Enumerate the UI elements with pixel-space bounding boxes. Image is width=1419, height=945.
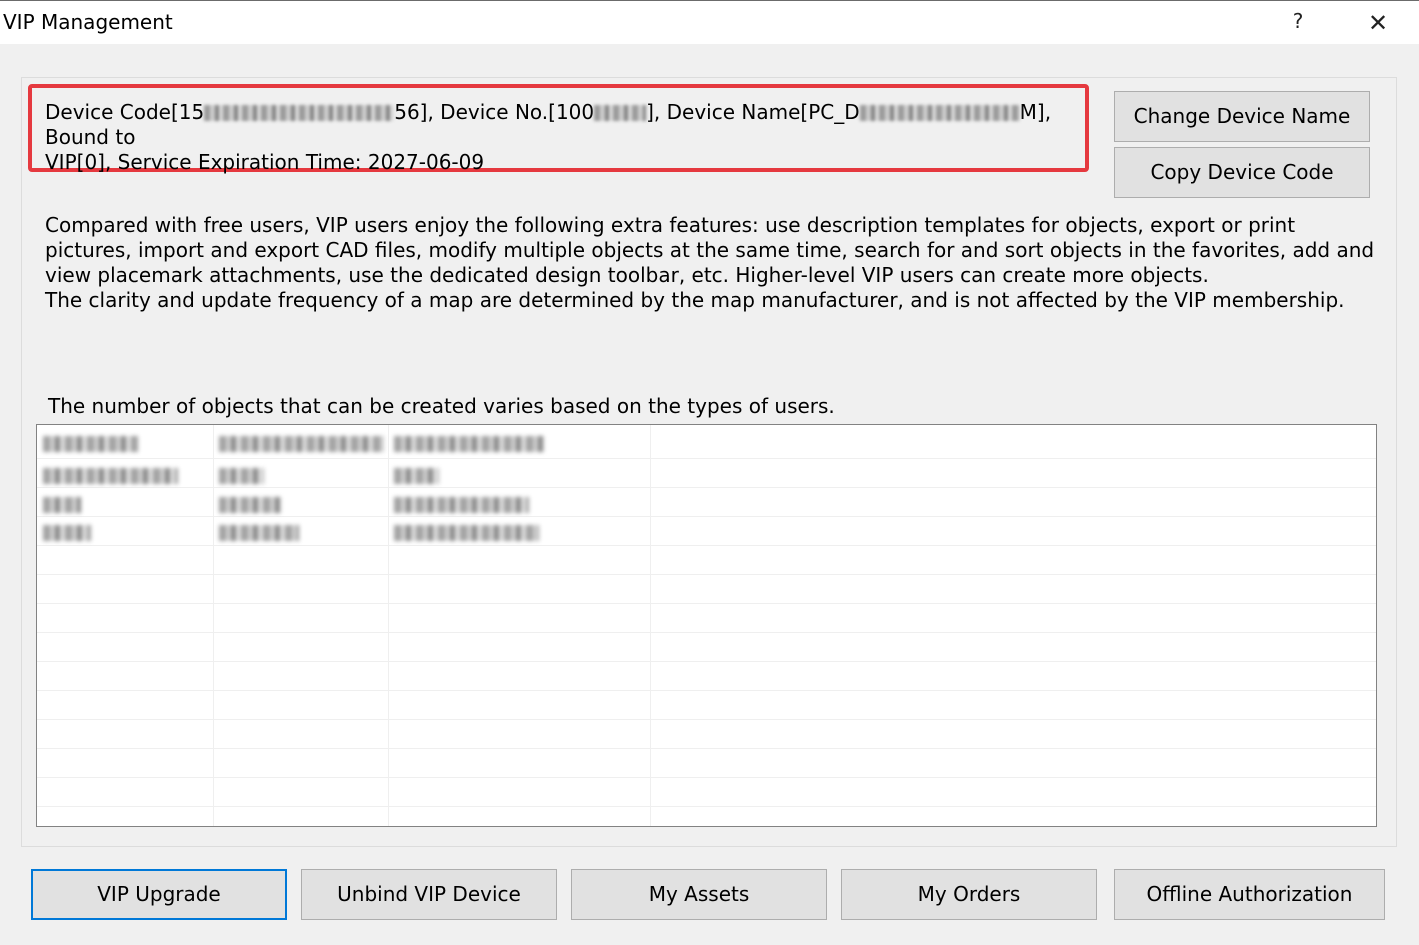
help-icon[interactable]: ? — [1286, 9, 1310, 37]
redacted-table-cell — [219, 468, 264, 484]
redacted-header-cell — [394, 436, 544, 452]
window-title: VIP Management — [3, 10, 173, 34]
service-expiration-text: VIP[0], Service Expiration Time: 2027-06… — [45, 150, 485, 174]
redacted-device-no — [594, 105, 647, 121]
map-clarity-paragraph: The clarity and update frequency of a ma… — [45, 288, 1345, 312]
vip-description: Compared with free users, VIP users enjo… — [45, 213, 1375, 313]
vip-features-paragraph: Compared with free users, VIP users enjo… — [45, 213, 1375, 287]
vip-management-dialog: VIP Management ? ✕ Device Code[15 56], De… — [0, 0, 1419, 945]
row-divider — [37, 516, 1376, 517]
row-divider — [37, 458, 1376, 459]
row-divider — [37, 719, 1376, 720]
row-divider — [37, 632, 1376, 633]
offline-authorization-button[interactable]: Offline Authorization — [1114, 869, 1385, 920]
device-code-label: Device Code[15 — [45, 100, 205, 124]
user-types-table[interactable] — [36, 424, 1377, 827]
my-assets-button[interactable]: My Assets — [571, 869, 827, 920]
row-divider — [37, 806, 1376, 807]
redacted-table-cell — [394, 468, 439, 484]
device-name-label: ], Device Name[PC_D — [646, 100, 860, 124]
row-divider — [37, 545, 1376, 546]
column-divider — [213, 425, 214, 826]
redacted-table-cell — [43, 468, 178, 484]
row-divider — [37, 574, 1376, 575]
table-caption: The number of objects that can be create… — [48, 394, 835, 418]
redacted-device-code — [204, 105, 395, 121]
row-divider — [37, 690, 1376, 691]
redacted-table-cell — [219, 497, 281, 513]
redacted-device-name — [859, 105, 1020, 121]
row-divider — [37, 661, 1376, 662]
my-orders-button[interactable]: My Orders — [841, 869, 1097, 920]
close-icon[interactable]: ✕ — [1360, 7, 1396, 39]
vip-upgrade-button[interactable]: VIP Upgrade — [31, 869, 287, 920]
title-bar: VIP Management ? ✕ — [0, 0, 1419, 44]
column-divider — [388, 425, 389, 826]
redacted-header-cell — [219, 436, 384, 452]
column-divider — [650, 425, 651, 826]
change-device-name-button[interactable]: Change Device Name — [1114, 91, 1370, 142]
copy-device-code-button[interactable]: Copy Device Code — [1114, 147, 1370, 198]
redacted-table-cell — [43, 497, 81, 513]
device-no-label: 56], Device No.[100 — [394, 100, 595, 124]
row-divider — [37, 748, 1376, 749]
redacted-table-cell — [394, 497, 529, 513]
row-divider — [37, 487, 1376, 488]
row-divider — [37, 777, 1376, 778]
redacted-header-cell — [43, 436, 138, 452]
row-divider — [37, 603, 1376, 604]
device-info-text: Device Code[15 56], Device No.[100 ], Devi… — [45, 100, 1075, 175]
redacted-table-cell — [394, 525, 539, 541]
redacted-table-cell — [219, 525, 299, 541]
redacted-table-cell — [43, 525, 91, 541]
unbind-vip-device-button[interactable]: Unbind VIP Device — [301, 869, 557, 920]
